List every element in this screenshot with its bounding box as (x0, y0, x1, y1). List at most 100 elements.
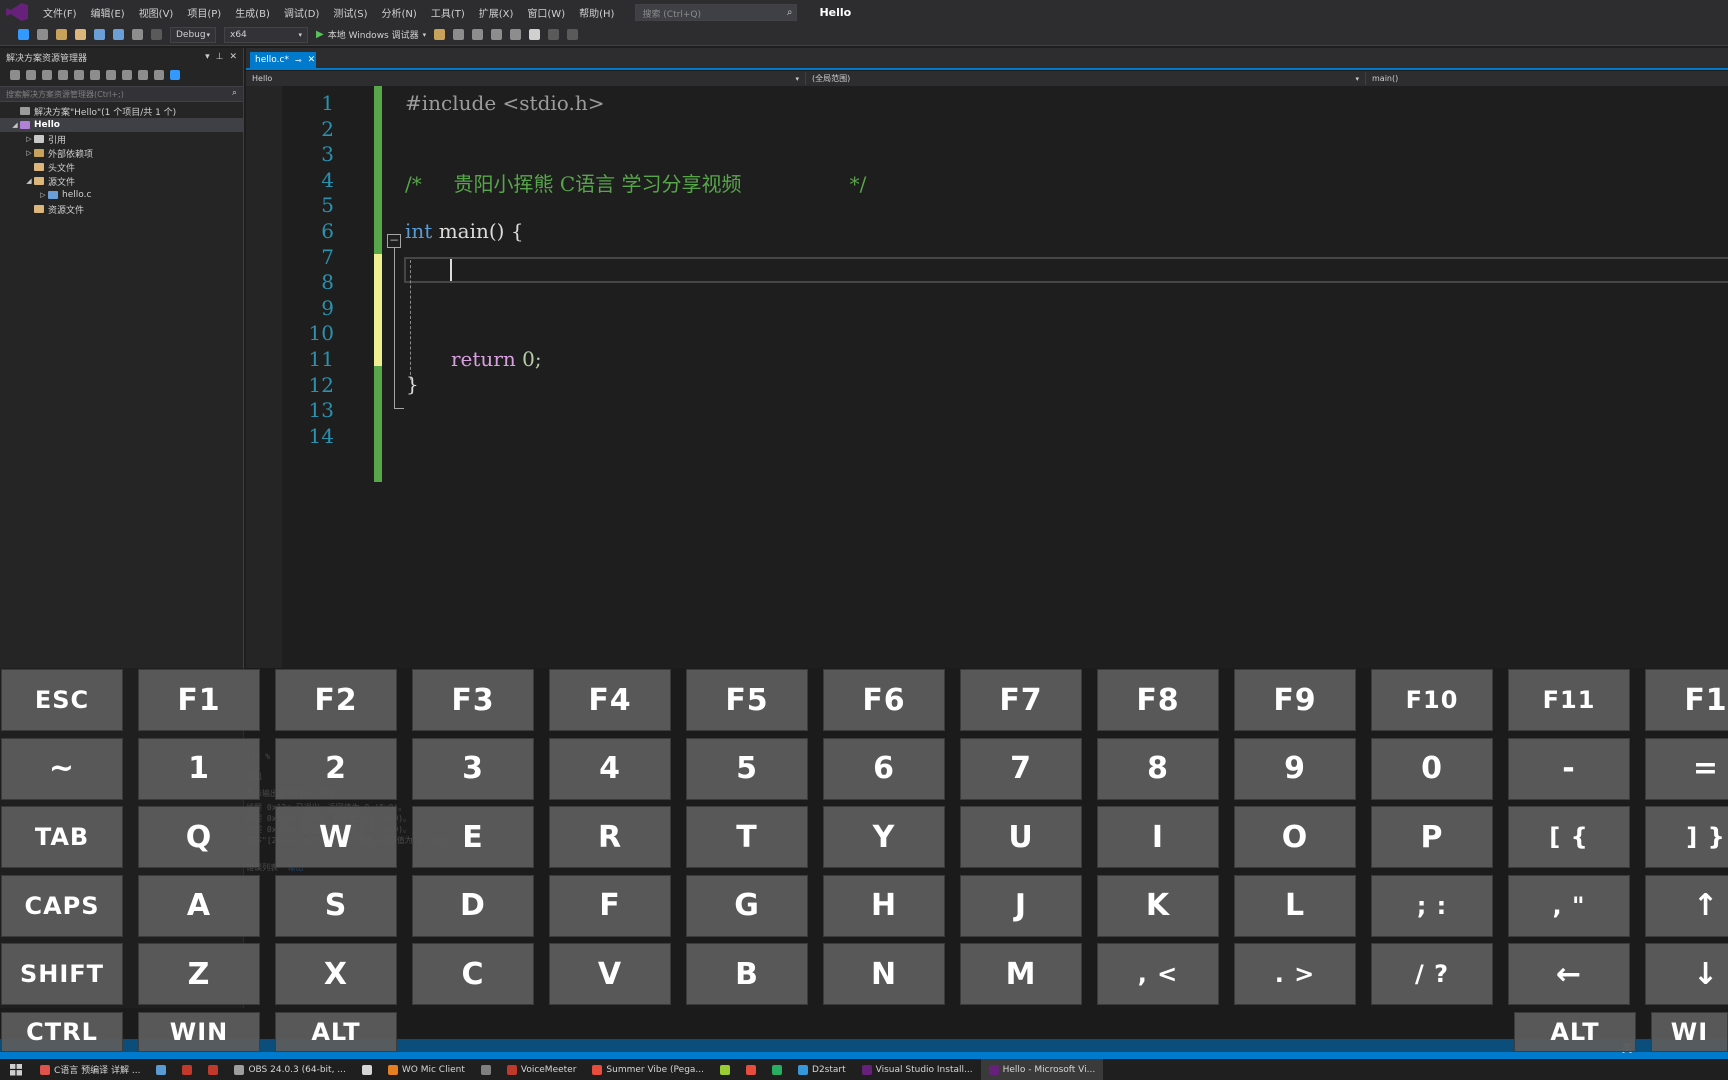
tree-item[interactable]: ◢ Hello (0, 118, 243, 132)
key[interactable]: 9 (1234, 737, 1356, 800)
key[interactable]: , < (1097, 943, 1219, 1005)
key[interactable]: ~ (1, 737, 123, 800)
key[interactable]: Y (823, 806, 945, 868)
key[interactable]: L (1234, 874, 1356, 937)
key[interactable]: F1 (1645, 669, 1728, 731)
menu-item-5[interactable]: 调试(D) (277, 5, 327, 20)
taskbar-item[interactable] (174, 1059, 200, 1080)
expand-toggle-icon[interactable]: ▷ (24, 149, 34, 157)
key[interactable]: D (412, 874, 534, 937)
scope-select[interactable]: (全局范围) ▾ (806, 72, 1366, 85)
pin-icon[interactable]: ⊥ (216, 52, 224, 62)
pin-icon[interactable]: ⊸ (295, 56, 302, 65)
key[interactable]: A (138, 874, 260, 937)
preview-selected-icon[interactable] (170, 70, 180, 80)
taskbar-item[interactable]: D2start (790, 1059, 854, 1080)
dropdown-icon[interactable]: ▾ (205, 52, 210, 62)
key[interactable]: , " (1508, 874, 1630, 937)
key[interactable]: F8 (1097, 669, 1219, 731)
key[interactable]: ESC (1, 669, 123, 731)
menu-item-2[interactable]: 视图(V) (132, 5, 181, 20)
code-editor[interactable]: 1 2 3 4 5 6 7 8 9 10 11 12 13 14 − #include <stdio.h>… (246, 86, 1728, 668)
tree-item[interactable]: ▷ 引用 (0, 132, 243, 146)
key[interactable]: O (1234, 806, 1356, 868)
taskbar-item[interactable] (738, 1059, 764, 1080)
key[interactable]: F4 (549, 669, 671, 731)
key[interactable]: F11 (1508, 669, 1630, 731)
key[interactable]: 4 (549, 737, 671, 800)
menu-item-10[interactable]: 窗口(W) (520, 5, 572, 20)
close-icon[interactable]: ✕ (229, 52, 237, 62)
key[interactable]: G (686, 874, 808, 937)
key[interactable]: ALT (1514, 1011, 1636, 1052)
project-select[interactable]: Hello ▾ (246, 72, 806, 85)
key[interactable]: I (1097, 806, 1219, 868)
code-view-icon[interactable] (138, 70, 148, 80)
taskbar-item[interactable]: Summer Vibe (Pega... (584, 1059, 712, 1080)
taskbar-item[interactable] (764, 1059, 790, 1080)
key[interactable]: ALT (275, 1011, 397, 1052)
menu-item-3[interactable]: 项目(P) (180, 5, 228, 20)
key[interactable]: [ { (1508, 806, 1630, 868)
expand-toggle-icon[interactable]: ▷ (24, 135, 34, 143)
key[interactable]: W (275, 806, 397, 868)
key[interactable]: TAB (1, 806, 123, 868)
key[interactable]: F5 (686, 669, 808, 731)
key[interactable]: SHIFT (1, 943, 123, 1005)
taskbar-item[interactable]: C语言 预编译 详解 ... (32, 1059, 148, 1080)
key[interactable]: F2 (275, 669, 397, 731)
indent-icon[interactable] (491, 29, 503, 40)
back-icon[interactable] (18, 29, 29, 40)
prev-bookmark-icon[interactable] (548, 29, 560, 40)
windows-start-icon[interactable] (10, 1063, 22, 1076)
key[interactable]: P (1371, 806, 1493, 868)
key[interactable]: ↓ (1645, 943, 1728, 1005)
menu-item-6[interactable]: 测试(S) (326, 5, 374, 20)
toolbox-icon[interactable] (472, 29, 484, 40)
solution-platform-select[interactable]: x64 ▾ (224, 26, 308, 43)
key[interactable]: 1 (138, 737, 260, 800)
key[interactable]: = (1645, 737, 1728, 800)
taskbar-item[interactable] (148, 1059, 174, 1080)
key[interactable]: WI (1651, 1011, 1728, 1052)
key[interactable]: F6 (823, 669, 945, 731)
browser-link-icon[interactable] (434, 29, 446, 40)
key[interactable]: V (549, 943, 671, 1005)
taskbar-item[interactable] (200, 1059, 226, 1080)
key[interactable]: 8 (1097, 737, 1219, 800)
expand-toggle-icon[interactable]: ▷ (38, 191, 48, 199)
key[interactable]: X (275, 943, 397, 1005)
key[interactable]: C (412, 943, 534, 1005)
redo-icon[interactable] (151, 29, 162, 40)
tree-item[interactable]: 解决方案"Hello"(1 个项目/共 1 个) (0, 104, 243, 118)
save-icon[interactable] (94, 29, 105, 40)
forward-icon[interactable] (26, 70, 36, 80)
key[interactable]: B (686, 943, 808, 1005)
save-all-icon[interactable] (113, 29, 124, 40)
menu-item-8[interactable]: 工具(T) (424, 5, 472, 20)
expand-toggle-icon[interactable]: ◢ (24, 177, 34, 185)
key[interactable]: F7 (960, 669, 1082, 731)
pending-changes-icon[interactable] (74, 70, 84, 80)
key[interactable]: M (960, 943, 1082, 1005)
menu-item-0[interactable]: 文件(F) (36, 5, 84, 20)
forward-icon[interactable] (37, 29, 48, 40)
quick-launch-search-input[interactable]: 搜索 (Ctrl+Q) ⌕ (635, 3, 798, 21)
key[interactable]: 5 (686, 737, 808, 800)
key[interactable]: S (275, 874, 397, 937)
menu-item-7[interactable]: 分析(N) (375, 5, 424, 20)
tree-item[interactable]: 资源文件 (0, 202, 243, 216)
solution-configuration-select[interactable]: Debug ▾ (170, 26, 216, 43)
key[interactable]: . > (1234, 943, 1356, 1005)
taskbar-item[interactable] (473, 1059, 499, 1080)
key[interactable]: 3 (412, 737, 534, 800)
key[interactable]: J (960, 874, 1082, 937)
key[interactable]: F (549, 874, 671, 937)
properties-icon[interactable] (154, 70, 164, 80)
key[interactable]: ↑ (1645, 874, 1728, 937)
solution-explorer-search-input[interactable]: 搜索解决方案资源管理器(Ctrl+;) ⌕ (0, 86, 243, 102)
taskbar-item[interactable]: Visual Studio Install... (854, 1059, 981, 1080)
taskbar-item[interactable]: VoiceMeeter (499, 1059, 585, 1080)
taskbar-item[interactable]: Hello - Microsoft Vi... (980, 1059, 1104, 1080)
tab-hello-c[interactable]: hello.c* ⊸ ✕ (250, 52, 316, 68)
